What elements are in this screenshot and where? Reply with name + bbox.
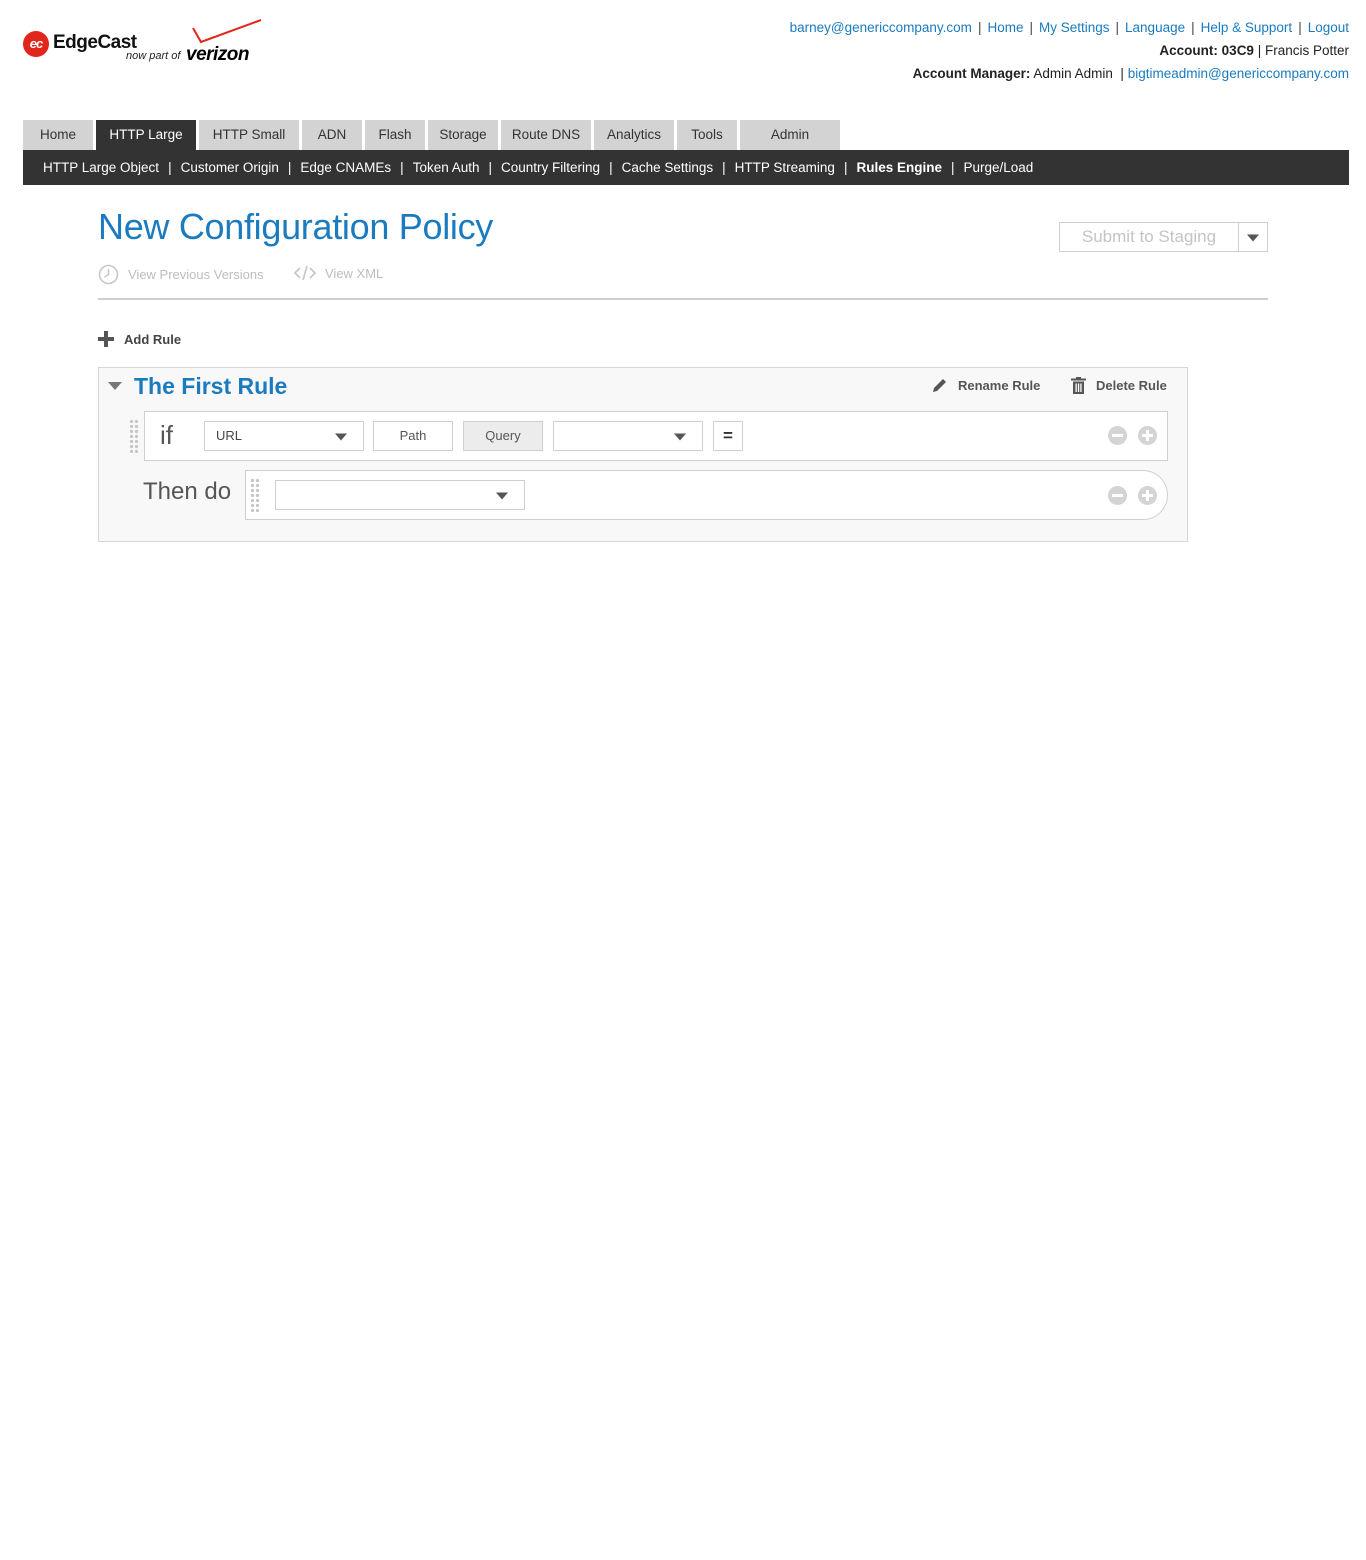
add-condition-icon[interactable] xyxy=(1138,426,1157,445)
brand-tagline: now part of xyxy=(126,50,181,62)
rename-rule-button[interactable]: Rename Rule xyxy=(931,377,1040,394)
tab-storage[interactable]: Storage xyxy=(428,120,498,150)
feature-drag-handle[interactable] xyxy=(250,478,260,512)
submit-options-dropdown[interactable] xyxy=(1238,222,1268,252)
delete-rule-label: Delete Rule xyxy=(1096,378,1167,393)
chevron-down-icon xyxy=(674,433,686,441)
account-label: Account: xyxy=(1159,43,1218,58)
code-icon xyxy=(294,265,316,281)
subnav-cache-settings[interactable]: Cache Settings xyxy=(622,160,714,175)
my-settings-link[interactable]: My Settings xyxy=(1039,20,1110,35)
subnav-customer-origin[interactable]: Customer Origin xyxy=(181,160,279,175)
ec-logo-icon: ec xyxy=(23,31,49,57)
if-label: if xyxy=(160,420,173,450)
feature-select[interactable] xyxy=(275,480,525,510)
tab-home[interactable]: Home xyxy=(23,120,93,150)
then-do-label: Then do xyxy=(143,478,232,505)
condition-drag-handle[interactable] xyxy=(129,419,139,453)
tab-flash[interactable]: Flash xyxy=(365,120,425,150)
trash-icon xyxy=(1071,377,1086,394)
equals-operator-button[interactable]: = xyxy=(713,421,743,451)
add-rule-label: Add Rule xyxy=(124,331,182,347)
rule-title: The First Rule xyxy=(134,373,288,399)
brand-parent: verizon xyxy=(186,44,250,65)
main-tabs: Home HTTP Large HTTP Small ADN Flash Sto… xyxy=(23,120,843,150)
remove-feature-icon[interactable] xyxy=(1108,486,1127,505)
manager-email-link[interactable]: bigtimeadmin@genericcompany.com xyxy=(1128,66,1349,81)
tab-route-dns[interactable]: Route DNS xyxy=(501,120,591,150)
language-link[interactable]: Language xyxy=(1125,20,1185,35)
view-previous-versions-link[interactable]: View Previous Versions xyxy=(98,264,264,285)
tab-tools[interactable]: Tools xyxy=(677,120,737,150)
brand-name: EdgeCast xyxy=(53,32,137,53)
tab-analytics[interactable]: Analytics xyxy=(594,120,674,150)
account-info: Account: 03C9 | Francis Potter xyxy=(1159,43,1349,58)
account-user: Francis Potter xyxy=(1264,43,1349,58)
subnav-country-filtering[interactable]: Country Filtering xyxy=(501,160,600,175)
rename-rule-label: Rename Rule xyxy=(958,378,1041,393)
account-id: 03C9 xyxy=(1221,43,1254,58)
chevron-down-icon xyxy=(1247,234,1259,242)
subnav-http-large-object[interactable]: HTTP Large Object xyxy=(43,160,159,175)
path-toggle[interactable]: Path xyxy=(373,421,453,451)
manager-label: Account Manager: xyxy=(912,66,1031,81)
subnav-purge-load[interactable]: Purge/Load xyxy=(963,160,1033,175)
logout-link[interactable]: Logout xyxy=(1308,20,1349,35)
tab-adn[interactable]: ADN xyxy=(302,120,362,150)
subnav-rules-engine[interactable]: Rules Engine xyxy=(856,160,942,175)
view-xml-label: View XML xyxy=(325,265,384,281)
page-title: New Configuration Policy xyxy=(98,206,493,247)
add-feature-icon[interactable] xyxy=(1138,486,1157,505)
clock-icon xyxy=(98,264,119,285)
view-previous-versions-label: View Previous Versions xyxy=(128,267,264,282)
query-toggle[interactable]: Query xyxy=(463,421,543,451)
tab-admin[interactable]: Admin xyxy=(740,120,840,150)
account-manager-info: Account Manager: Admin Admin | bigtimead… xyxy=(912,66,1349,81)
title-divider xyxy=(98,298,1268,300)
tab-http-large[interactable]: HTTP Large xyxy=(96,120,196,150)
add-rule-button[interactable]: Add Rule xyxy=(98,331,181,347)
user-email-link[interactable]: barney@genericcompany.com xyxy=(790,20,972,35)
tab-http-small[interactable]: HTTP Small xyxy=(199,120,299,150)
subnav-edge-cnames[interactable]: Edge CNAMEs xyxy=(300,160,391,175)
delete-rule-button[interactable]: Delete Rule xyxy=(1071,377,1167,394)
submit-to-staging-button[interactable]: Submit to Staging xyxy=(1059,222,1239,252)
subnav-http-streaming[interactable]: HTTP Streaming xyxy=(735,160,835,175)
match-condition-select[interactable] xyxy=(553,421,703,451)
view-xml-link[interactable]: View XML xyxy=(294,264,383,282)
help-support-link[interactable]: Help & Support xyxy=(1201,20,1293,35)
chevron-down-icon xyxy=(496,492,508,500)
header-links: barney@genericcompany.com | Home | My Settin… xyxy=(789,20,1349,35)
remove-condition-icon[interactable] xyxy=(1108,426,1127,445)
chevron-down-icon xyxy=(335,433,347,441)
verizon-check-icon xyxy=(192,19,262,44)
plus-icon xyxy=(98,331,114,347)
subnav: HTTP Large Object | Customer Origin | Edge C… xyxy=(23,150,1349,185)
subnav-token-auth[interactable]: Token Auth xyxy=(413,160,480,175)
match-category-value: URL xyxy=(216,428,243,443)
home-link[interactable]: Home xyxy=(987,20,1023,35)
pencil-icon xyxy=(933,379,946,392)
collapse-triangle-icon[interactable] xyxy=(108,382,122,390)
edgecast-logo[interactable]: ec EdgeCast now part of verizon xyxy=(23,19,263,68)
match-category-select[interactable]: URL xyxy=(204,421,364,451)
manager-name: Admin Admin xyxy=(1033,66,1113,81)
